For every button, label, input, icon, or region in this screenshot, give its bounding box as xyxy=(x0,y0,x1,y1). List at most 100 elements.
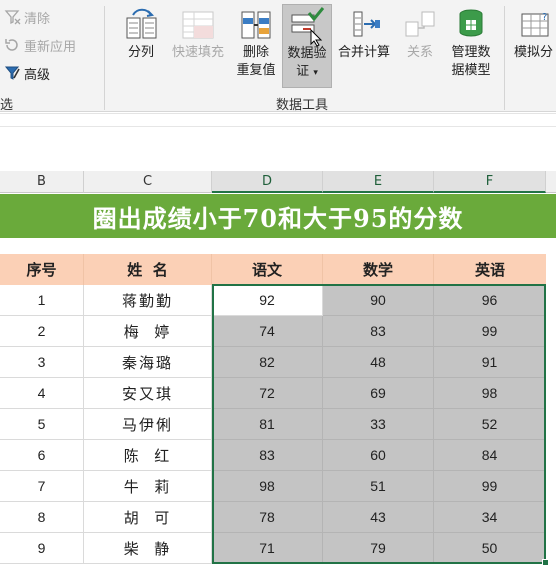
cell-math[interactable]: 79 xyxy=(323,533,434,564)
cell-chinese[interactable]: 98 xyxy=(212,471,323,502)
cell-english[interactable]: 50 xyxy=(434,533,546,564)
remove-duplicates-label-2: 重复值 xyxy=(236,63,276,78)
split-columns-label: 分列 xyxy=(127,45,154,60)
advanced-filter-icon xyxy=(4,65,22,81)
cell-chinese[interactable]: 82 xyxy=(212,347,323,378)
relationships-button[interactable]: 关系 xyxy=(398,6,442,62)
split-columns-button[interactable]: 分列 xyxy=(120,6,162,62)
cell-name[interactable]: 牛 莉 xyxy=(84,471,212,502)
cell-math[interactable]: 48 xyxy=(323,347,434,378)
cell-chinese[interactable]: 78 xyxy=(212,502,323,533)
clear-filter-label: 清除 xyxy=(24,11,51,27)
data-validation-label-1: 数据验 xyxy=(287,46,327,61)
remove-duplicates-label-1: 删除 xyxy=(242,45,269,60)
cell-name[interactable]: 陈 红 xyxy=(84,440,212,471)
header-chinese[interactable]: 语文 xyxy=(212,254,323,285)
column-header-f[interactable]: F xyxy=(434,171,546,193)
cell-chinese[interactable]: 74 xyxy=(212,316,323,347)
what-if-label: 模拟分 xyxy=(514,45,554,60)
svg-text:?: ? xyxy=(542,12,547,23)
cell-name[interactable]: 秦海璐 xyxy=(84,347,212,378)
sheet-top-gap xyxy=(0,113,556,170)
cell-math[interactable]: 51 xyxy=(323,471,434,502)
cell-chinese[interactable]: 72 xyxy=(212,378,323,409)
relationships-icon xyxy=(402,6,438,42)
advanced-filter-label: 高级 xyxy=(24,67,51,83)
flash-fill-button[interactable]: 快速填充 xyxy=(166,6,230,62)
fill-handle[interactable] xyxy=(542,559,549,566)
cell-no[interactable]: 9 xyxy=(0,533,84,564)
cell-english[interactable]: 99 xyxy=(434,471,546,502)
data-validation-button[interactable]: 数据验 证 ▾ xyxy=(282,4,332,88)
sheet-title[interactable]: 圈出成绩小于70和大于95的分数 xyxy=(0,194,556,238)
cell-chinese[interactable]: 81 xyxy=(212,409,323,440)
cell-english[interactable]: 84 xyxy=(434,440,546,471)
column-header-d[interactable]: D xyxy=(212,171,323,193)
cell-math[interactable]: 60 xyxy=(323,440,434,471)
split-columns-icon xyxy=(123,6,159,42)
cell-name[interactable]: 马伊俐 xyxy=(84,409,212,440)
clear-filter-icon xyxy=(4,9,22,25)
cell-name[interactable]: 安又琪 xyxy=(84,378,212,409)
what-if-analysis-button[interactable]: ? 模拟分 xyxy=(514,6,556,62)
header-index[interactable]: 序号 xyxy=(0,254,84,285)
cell-english[interactable]: 52 xyxy=(434,409,546,440)
cell-english[interactable]: 34 xyxy=(434,502,546,533)
consolidate-button[interactable]: 合并计算 xyxy=(334,6,394,62)
column-header-b[interactable]: B xyxy=(0,171,84,193)
clear-filter-button[interactable]: 清除 xyxy=(4,6,50,28)
chevron-down-icon: ▾ xyxy=(313,68,318,78)
cell-math[interactable]: 43 xyxy=(323,502,434,533)
consolidate-icon xyxy=(346,6,382,42)
reapply-label: 重新应用 xyxy=(24,39,77,55)
remove-duplicates-button[interactable]: 删除 重复值 xyxy=(232,6,280,80)
cell-name[interactable]: 蒋勤勤 xyxy=(84,285,212,316)
blank-row[interactable] xyxy=(0,238,556,254)
cell-no[interactable]: 8 xyxy=(0,502,84,533)
column-header-e[interactable]: E xyxy=(323,171,434,193)
cell-no[interactable]: 1 xyxy=(0,285,84,316)
cell-no[interactable]: 5 xyxy=(0,409,84,440)
header-name[interactable]: 姓 名 xyxy=(84,254,212,285)
cell-no[interactable]: 7 xyxy=(0,471,84,502)
cell-english[interactable]: 98 xyxy=(434,378,546,409)
what-if-icon: ? xyxy=(518,6,554,42)
header-math[interactable]: 数学 xyxy=(323,254,434,285)
header-english[interactable]: 英语 xyxy=(434,254,546,285)
cell-chinese[interactable]: 83 xyxy=(212,440,323,471)
data-validation-label-2: 证 ▾ xyxy=(296,64,318,79)
cell-chinese[interactable]: 92 xyxy=(212,285,323,316)
cell-english[interactable]: 96 xyxy=(434,285,546,316)
flash-fill-icon xyxy=(180,6,216,42)
cell-english[interactable]: 99 xyxy=(434,316,546,347)
data-model-icon xyxy=(453,6,489,42)
cell-math[interactable]: 90 xyxy=(323,285,434,316)
column-header-c[interactable]: C xyxy=(84,171,212,193)
data-model-label-1: 管理数 xyxy=(451,45,491,60)
data-model-label-2: 据模型 xyxy=(451,63,491,78)
flash-fill-label: 快速填充 xyxy=(171,45,224,60)
group-separator xyxy=(104,6,105,110)
advanced-filter-button[interactable]: 高级 xyxy=(4,62,50,84)
relationships-label: 关系 xyxy=(406,45,433,60)
cell-english[interactable]: 91 xyxy=(434,347,546,378)
mouse-cursor-icon xyxy=(310,29,323,47)
remove-duplicates-icon xyxy=(238,6,274,42)
cell-math[interactable]: 83 xyxy=(323,316,434,347)
sort-filter-group-label: 选 xyxy=(0,98,14,113)
cell-math[interactable]: 33 xyxy=(323,409,434,440)
column-header-g[interactable] xyxy=(546,171,556,193)
reapply-button[interactable]: 重新应用 xyxy=(4,34,76,56)
manage-data-model-button[interactable]: 管理数 据模型 xyxy=(444,6,498,80)
cell-name[interactable]: 柴 静 xyxy=(84,533,212,564)
consolidate-label: 合并计算 xyxy=(337,45,390,60)
cell-name[interactable]: 胡 可 xyxy=(84,502,212,533)
reapply-icon xyxy=(4,37,22,53)
cell-no[interactable]: 6 xyxy=(0,440,84,471)
cell-no[interactable]: 2 xyxy=(0,316,84,347)
cell-name[interactable]: 梅 婷 xyxy=(84,316,212,347)
cell-no[interactable]: 4 xyxy=(0,378,84,409)
cell-chinese[interactable]: 71 xyxy=(212,533,323,564)
cell-no[interactable]: 3 xyxy=(0,347,84,378)
cell-math[interactable]: 69 xyxy=(323,378,434,409)
